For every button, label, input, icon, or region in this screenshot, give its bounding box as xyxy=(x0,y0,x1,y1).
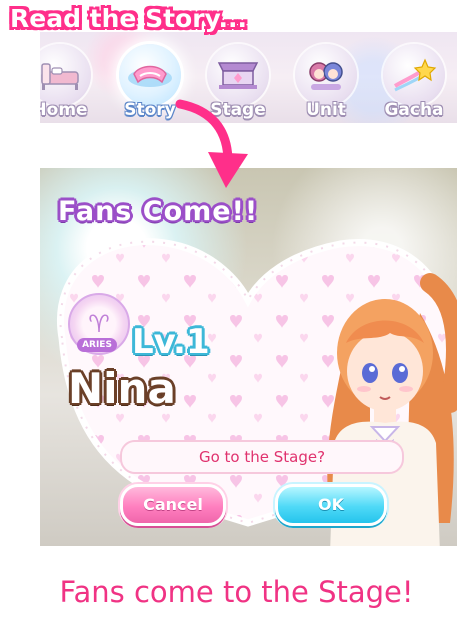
cancel-button[interactable]: Cancel xyxy=(120,484,226,526)
ok-button[interactable]: OK xyxy=(275,484,387,526)
unit-icon xyxy=(295,44,357,106)
stage-question: Go to the Stage? xyxy=(120,440,404,474)
nav-label-story: Story xyxy=(124,100,176,120)
bed-icon xyxy=(40,44,91,106)
top-caption: Read the Story... xyxy=(10,4,248,33)
arrow-down-icon xyxy=(175,99,248,188)
popup-title: Fans Come!! xyxy=(58,196,259,227)
character-level: Lv.1 xyxy=(132,322,210,362)
nav-label-home: Home xyxy=(40,100,88,120)
star-icon xyxy=(383,44,445,106)
aries-label: ARIES xyxy=(77,338,117,352)
character-name: Nina xyxy=(68,364,176,413)
bottom-caption: Fans come to the Stage! xyxy=(59,575,414,609)
nav-item-unit[interactable]: Unit xyxy=(284,44,368,122)
nav-label-gacha: Gacha xyxy=(384,100,444,120)
nav-item-home[interactable]: Home xyxy=(40,44,102,122)
nav-item-gacha[interactable]: Gacha xyxy=(372,44,456,122)
nav-label-unit: Unit xyxy=(306,100,346,120)
fans-come-popup: Fans Come!! ♈ ARIES Lv.1 Nina Go to the … xyxy=(40,168,457,546)
